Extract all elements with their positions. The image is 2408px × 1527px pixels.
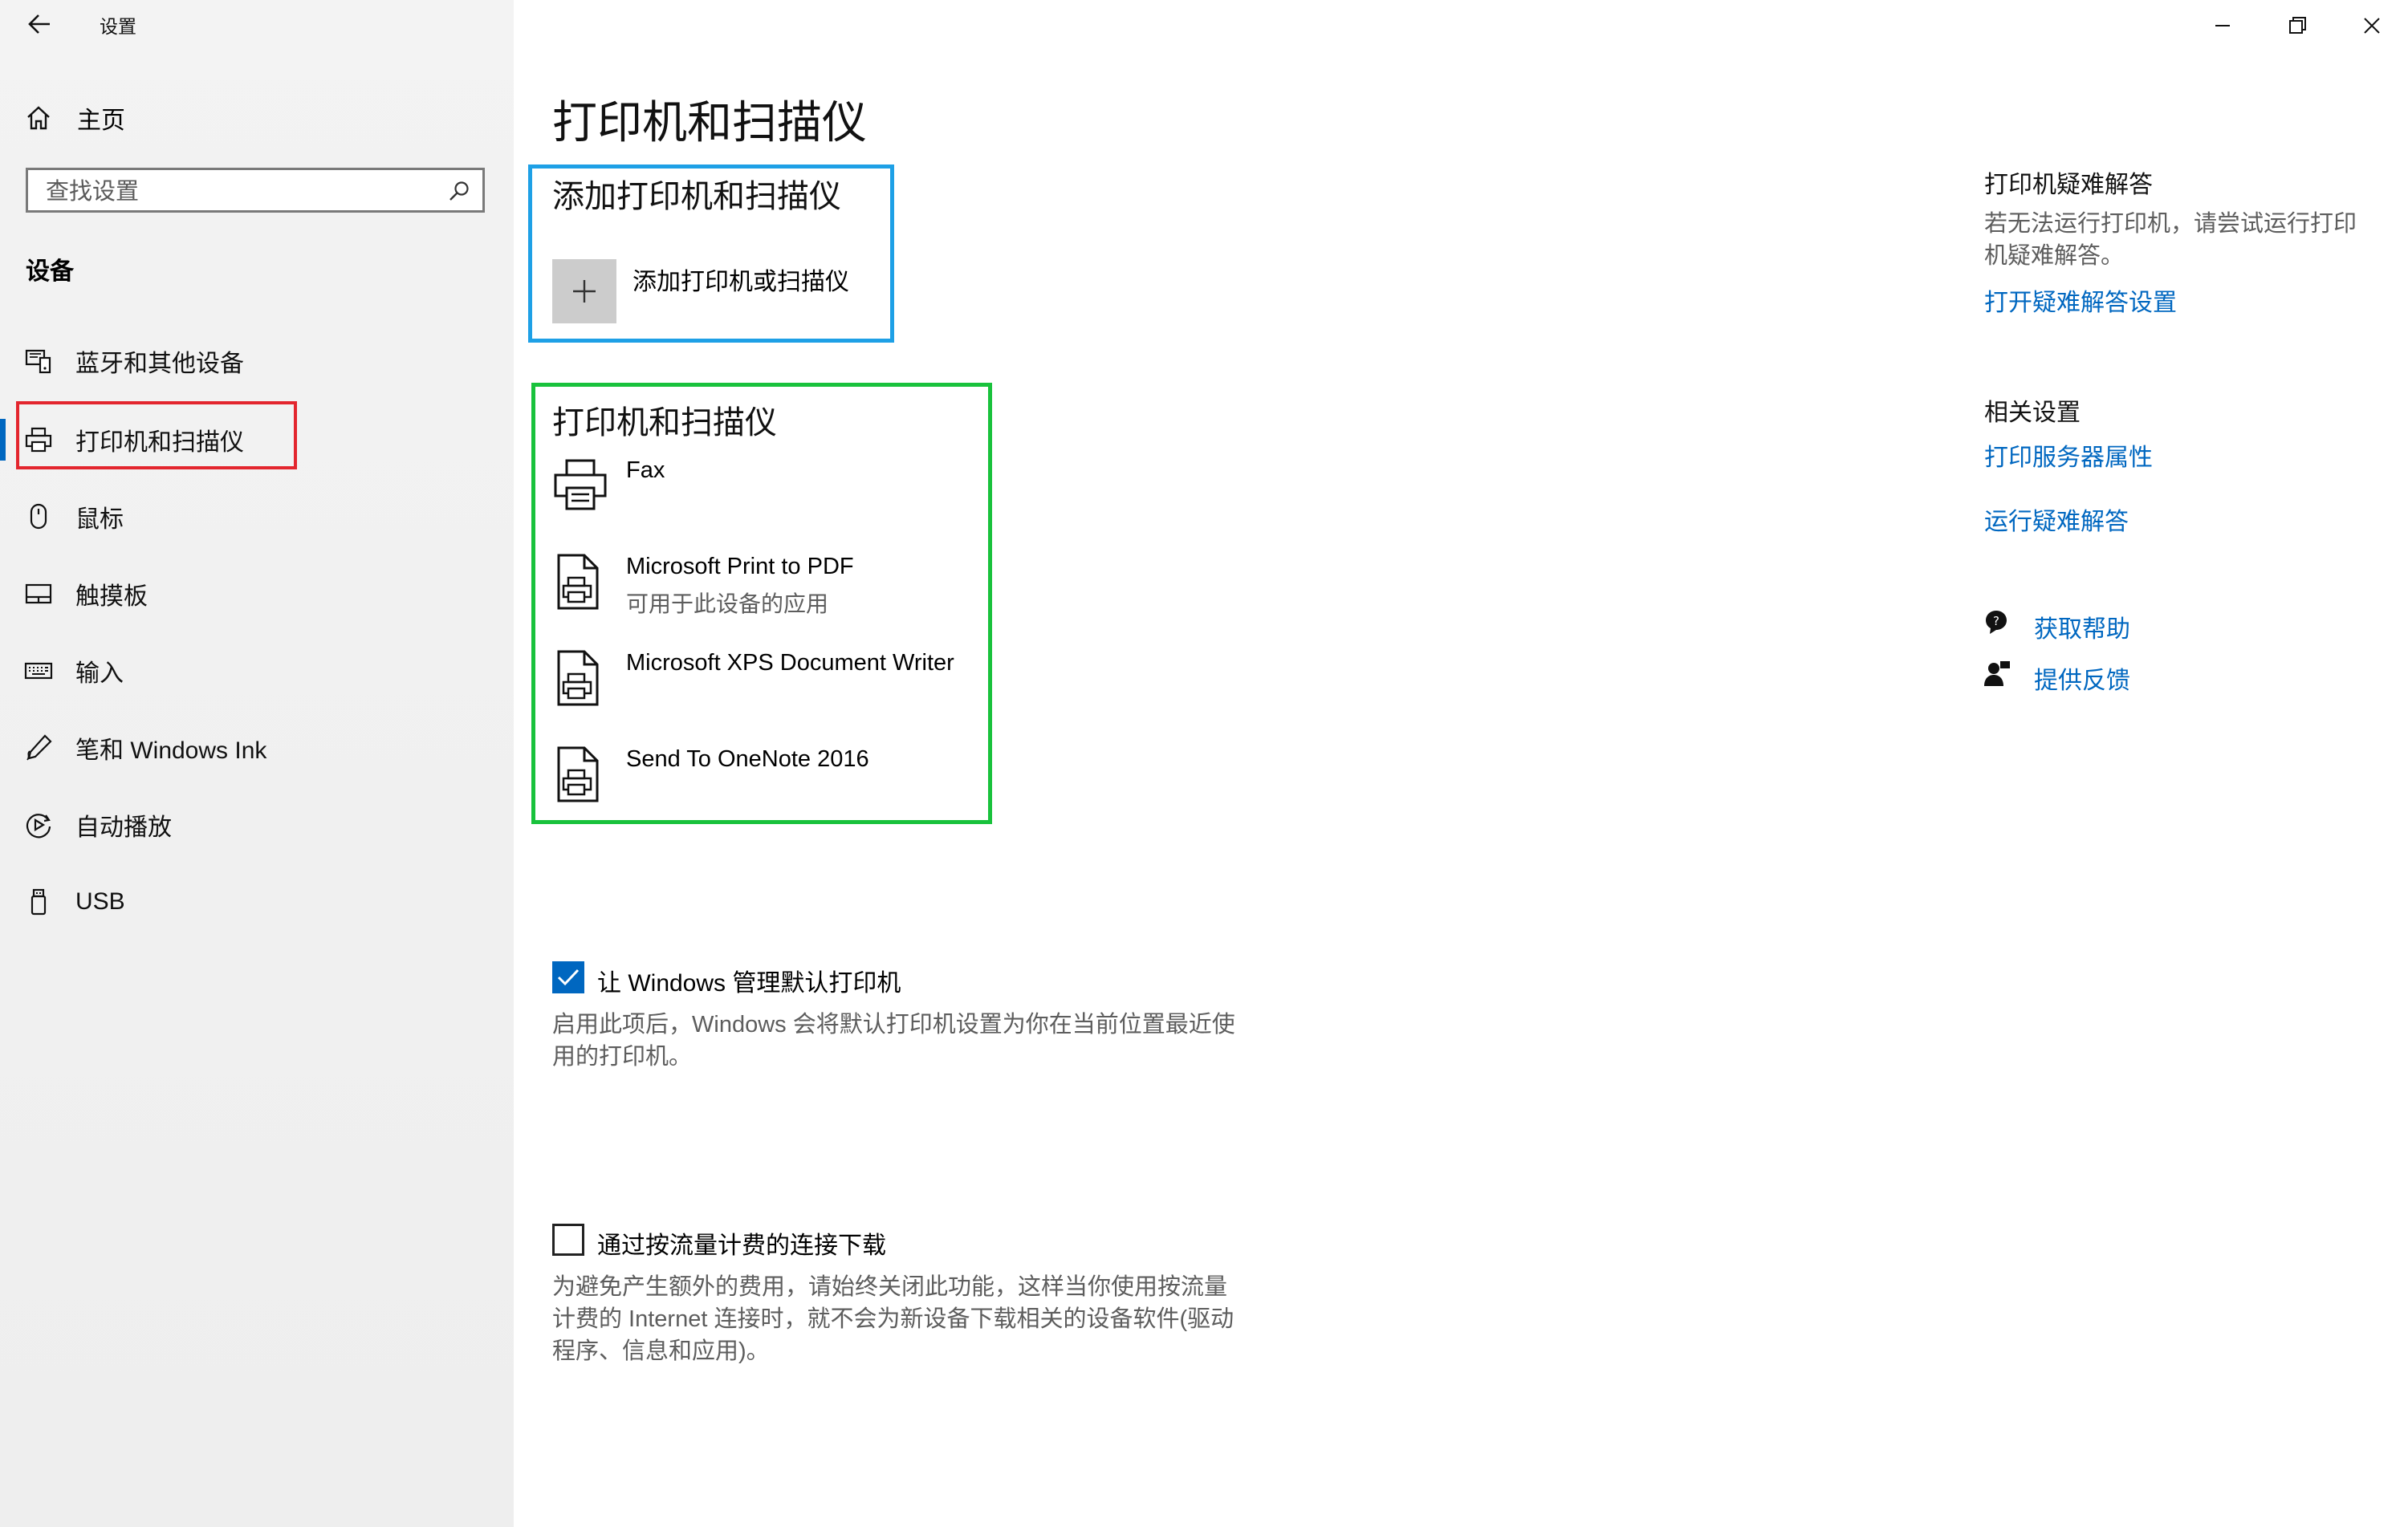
sidebar-item-label: 鼠标 — [75, 506, 124, 533]
open-troubleshoot-link[interactable]: 打开疑难解答设置 — [1984, 282, 2177, 318]
keyboard-icon — [24, 662, 53, 680]
sidebar-item-label: 触摸板 — [75, 583, 148, 610]
search-box[interactable] — [26, 168, 485, 213]
print-server-properties-link[interactable]: 打印服务器属性 — [1984, 437, 2153, 473]
feedback-link[interactable]: 提供反馈 — [2034, 660, 2130, 696]
usb-icon — [31, 888, 47, 916]
add-section-heading: 添加打印机和扫描仪 — [552, 179, 841, 214]
title-bar: 设置 — [0, 0, 514, 53]
troubleshoot-text-line: 机疑难解答。 — [1984, 243, 2125, 269]
sidebar-item-label: 自动播放 — [75, 814, 172, 841]
troubleshoot-heading: 打印机疑难解答 — [1984, 172, 2153, 198]
sidebar-item-pen[interactable]: 笔和 Windows Ink — [0, 716, 514, 780]
section-title-devices: 设备 — [26, 258, 74, 285]
add-printer-button[interactable] — [552, 259, 616, 323]
default-printer-description: 启用此项后，Windows 会将默认打印机设置为你在当前位置最近使 用的打印机。 — [552, 1009, 1275, 1073]
metered-download-description: 为避免产生额外的费用，请始终关闭此功能，这样当你使用按流量 计费的 Intern… — [552, 1271, 1275, 1367]
metered-download-label[interactable]: 通过按流量计费的连接下载 — [597, 1225, 886, 1261]
plus-icon — [573, 280, 596, 303]
home-icon — [27, 106, 50, 130]
highlight-box-red — [16, 401, 297, 469]
restore-button[interactable] — [2260, 0, 2333, 51]
device-subtitle: 可用于此设备的应用 — [626, 591, 829, 616]
related-settings-heading: 相关设置 — [1984, 400, 2081, 426]
run-troubleshooter-link[interactable]: 运行疑难解答 — [1984, 502, 2129, 537]
sidebar-item-touchpad[interactable]: 触摸板 — [0, 562, 514, 626]
back-arrow-icon — [28, 14, 50, 34]
default-printer-checkbox[interactable] — [552, 961, 584, 993]
troubleshoot-text: 若无法运行打印机，请尝试运行打印 机疑难解答。 — [1984, 208, 2402, 272]
document-printer-icon — [557, 746, 599, 802]
close-icon — [2364, 18, 2380, 34]
device-item-onenote[interactable]: Send To OneNote 2016 — [552, 746, 1002, 810]
mouse-icon — [30, 503, 47, 530]
device-name: Microsoft XPS Document Writer — [626, 650, 954, 676]
device-name: Send To OneNote 2016 — [626, 746, 869, 772]
back-button[interactable] — [22, 6, 58, 42]
description-line: 用的打印机。 — [552, 1044, 693, 1070]
troubleshoot-text-line: 若无法运行打印机，请尝试运行打印 — [1984, 211, 2357, 237]
sidebar-item-autoplay[interactable]: 自动播放 — [0, 793, 514, 857]
device-item-print-to-pdf[interactable]: Microsoft Print to PDF 可用于此设备的应用 — [552, 554, 1002, 626]
pen-icon — [26, 734, 52, 761]
devices-section-heading: 打印机和扫描仪 — [552, 405, 777, 441]
device-name: Fax — [626, 457, 665, 483]
description-line: 为避免产生额外的费用，请始终关闭此功能，这样当你使用按流量 — [552, 1274, 1228, 1300]
page-title: 打印机和扫描仪 — [552, 97, 867, 148]
sidebar-item-label: 输入 — [75, 660, 124, 687]
nav-home[interactable]: 主页 — [24, 98, 345, 138]
sidebar: 设置 主页 设备 蓝牙和其他设备 — [0, 0, 514, 1527]
default-printer-label[interactable]: 让 Windows 管理默认打印机 — [597, 963, 901, 998]
description-line: 程序、信息和应用)。 — [552, 1338, 770, 1364]
nav-home-label: 主页 — [77, 108, 125, 134]
touchpad-icon — [25, 583, 52, 604]
window-title: 设置 — [100, 16, 136, 37]
minimize-icon — [2215, 25, 2230, 26]
document-printer-icon — [557, 650, 599, 706]
search-input[interactable] — [44, 177, 433, 207]
device-name: Microsoft Print to PDF — [626, 554, 854, 579]
sidebar-item-bluetooth[interactable]: 蓝牙和其他设备 — [0, 329, 514, 393]
minimize-button[interactable] — [2186, 0, 2259, 51]
device-item-fax[interactable]: Fax — [552, 457, 1002, 522]
sidebar-item-usb[interactable]: USB — [0, 870, 514, 934]
bluetooth-devices-icon — [25, 349, 51, 374]
fax-printer-icon — [554, 459, 607, 510]
autoplay-icon — [26, 814, 51, 839]
close-button[interactable] — [2336, 0, 2408, 51]
checkmark-icon — [557, 969, 580, 986]
document-printer-icon — [557, 554, 599, 610]
get-help-icon: ? — [1986, 611, 2007, 634]
svg-text:?: ? — [1993, 614, 1999, 628]
get-help-link[interactable]: 获取帮助 — [2034, 609, 2130, 644]
device-item-xps-writer[interactable]: Microsoft XPS Document Writer — [552, 650, 1002, 714]
feedback-icon — [1984, 661, 2010, 686]
sidebar-item-label: USB — [75, 888, 125, 915]
sidebar-item-label: 笔和 Windows Ink — [75, 737, 267, 764]
metered-download-checkbox[interactable] — [552, 1224, 584, 1256]
sidebar-item-label: 蓝牙和其他设备 — [75, 351, 244, 377]
description-line: 启用此项后，Windows 会将默认打印机设置为你在当前位置最近使 — [552, 1012, 1235, 1038]
sidebar-item-input[interactable]: 输入 — [0, 639, 514, 703]
sidebar-item-mouse[interactable]: 鼠标 — [0, 485, 514, 549]
description-line: 计费的 Internet 连接时，就不会为新设备下载相关的设备软件(驱动 — [552, 1306, 1235, 1332]
add-printer-label[interactable]: 添加打印机或扫描仪 — [633, 262, 849, 297]
restore-icon — [2289, 17, 2306, 34]
search-icon[interactable] — [447, 180, 471, 204]
